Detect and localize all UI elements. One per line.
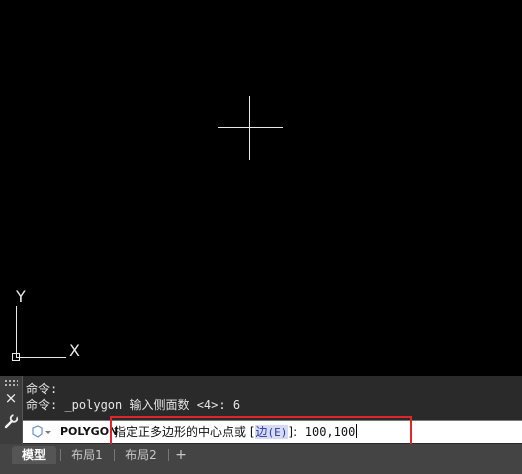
history-line: 命令: (26, 382, 58, 396)
tab-divider (114, 449, 115, 461)
command-prompt: 指定正多边形的中心点或 [边(E)]: 100,100 (114, 424, 358, 441)
active-command-name: POLYGON (60, 425, 119, 438)
drag-grip-icon[interactable] (4, 379, 18, 387)
tab-layout2[interactable]: 布局2 (118, 446, 164, 464)
prompt-suffix: ]: (288, 425, 305, 439)
wrench-icon[interactable] (4, 413, 18, 429)
ucs-x-label: X (69, 341, 80, 360)
add-layout-tab-button[interactable]: + (172, 446, 190, 464)
ucs-icon (12, 306, 66, 361)
option-label: 边 (255, 425, 268, 439)
command-line-toolbar: × (0, 376, 23, 444)
ucs-y-label: Y (16, 287, 26, 306)
command-history: 命令: 命令: _polygon 输入侧面数 <4>: 6 (26, 381, 516, 413)
tab-divider (168, 449, 169, 461)
command-line-panel: × 命令: 命令: _polygon 输入侧面数 <4>: 6 POLYGON … (0, 376, 522, 444)
drawing-canvas[interactable]: Y X (0, 0, 522, 376)
tab-layout1[interactable]: 布局1 (64, 446, 110, 464)
close-icon[interactable]: × (4, 391, 18, 406)
option-key: (E) (267, 426, 288, 439)
text-caret (356, 424, 358, 438)
option-edge-button[interactable]: 边(E) (254, 425, 289, 439)
input-value[interactable]: 100,100 (305, 425, 356, 439)
tab-divider (60, 449, 61, 461)
tab-model[interactable]: 模型 (12, 446, 56, 464)
history-line: 命令: _polygon 输入侧面数 <4>: 6 (26, 398, 241, 412)
command-input[interactable]: POLYGON 指定正多边形的中心点或 [边(E)]: 100,100 (23, 420, 522, 443)
prompt-text: 指定正多边形的中心点或 [ (114, 425, 255, 439)
layout-tab-bar: 模型 布局1 布局2 + (0, 444, 522, 474)
recent-commands-icon[interactable] (30, 425, 52, 439)
